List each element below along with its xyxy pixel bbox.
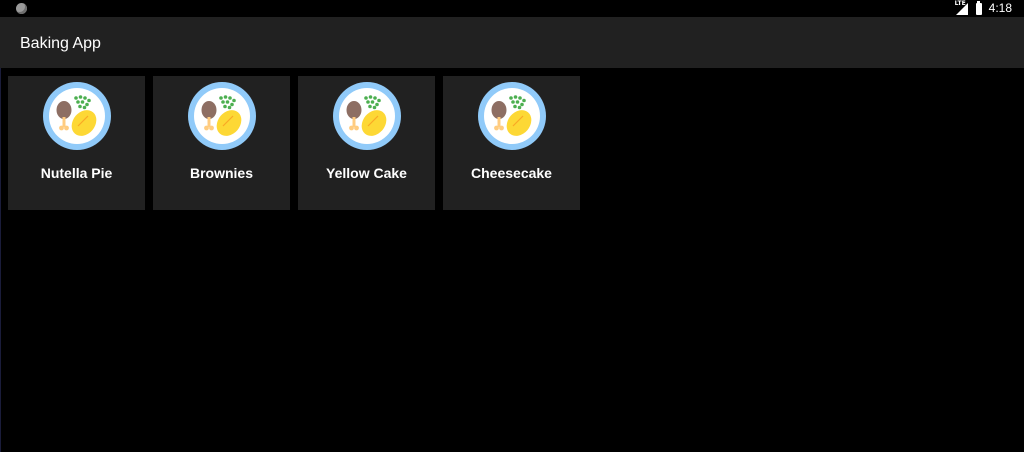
recipe-grid: Nutella Pie Brownies Yellow Cake Cheesec… <box>8 76 580 210</box>
food-plate-icon <box>333 82 401 150</box>
battery-icon <box>975 0 982 15</box>
clock: 4:18 <box>988 1 1012 15</box>
food-plate-icon <box>188 82 256 150</box>
app-title: Baking App <box>20 35 101 52</box>
food-plate-icon <box>478 82 546 150</box>
recipe-name: Yellow Cake <box>326 165 407 181</box>
recipe-card-brownies[interactable]: Brownies <box>153 76 290 210</box>
recipe-name: Brownies <box>189 165 253 181</box>
window-edge <box>0 68 1 452</box>
recipe-name: Cheesecake <box>471 165 552 181</box>
status-bar: LTE 4:18 <box>0 0 1024 17</box>
recipe-name: Nutella Pie <box>40 165 113 181</box>
cellular-signal-icon: LTE <box>955 0 969 15</box>
recipe-card-nutella-pie[interactable]: Nutella Pie <box>8 76 145 210</box>
food-plate-icon <box>43 82 111 150</box>
app-bar: Baking App <box>0 17 1024 68</box>
recipe-card-cheesecake[interactable]: Cheesecake <box>443 76 580 210</box>
status-icons: LTE 4:18 <box>955 0 1012 16</box>
recipe-card-yellow-cake[interactable]: Yellow Cake <box>298 76 435 210</box>
notification-icon <box>16 3 27 14</box>
